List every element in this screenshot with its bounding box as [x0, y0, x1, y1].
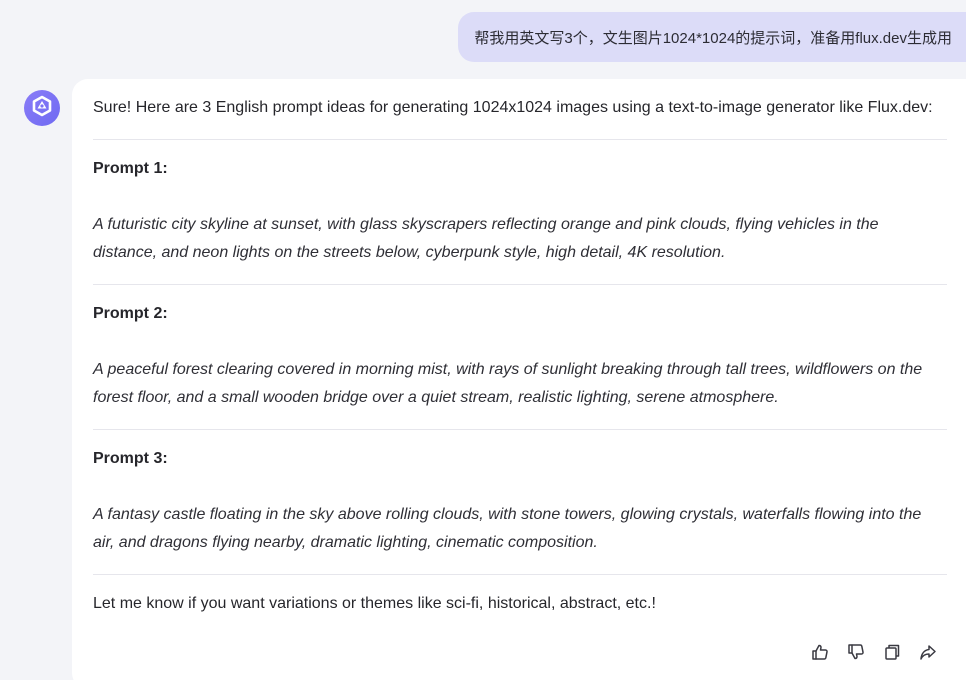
- prompt-2-title: Prompt 2:: [93, 305, 168, 322]
- divider: [93, 139, 947, 140]
- prompt-2-text: A peaceful forest clearing covered in mo…: [93, 361, 923, 406]
- assistant-message-card: Sure! Here are 3 English prompt ideas fo…: [72, 79, 966, 680]
- assistant-avatar: [24, 90, 60, 126]
- user-message-text: 帮我用英文写3个，文生图片1024*1024的提示词，准备用flux.dev生成…: [474, 29, 952, 47]
- thumbs-down-icon: [847, 643, 865, 661]
- divider: [93, 429, 947, 430]
- copy-icon: [883, 643, 901, 661]
- prompt-1-title: Prompt 1:: [93, 160, 168, 177]
- outro-text: Let me know if you want variations or th…: [93, 595, 656, 612]
- prompt-1-text: A futuristic city skyline at sunset, wit…: [93, 216, 879, 261]
- dislike-button[interactable]: [846, 642, 866, 662]
- user-message-bubble: 帮我用英文写3个，文生图片1024*1024的提示词，准备用flux.dev生成…: [458, 12, 966, 62]
- divider: [93, 284, 947, 285]
- message-actions: [810, 642, 938, 662]
- assistant-logo-icon: [31, 95, 53, 122]
- thumbs-up-icon: [811, 643, 829, 661]
- prompt-3-title: Prompt 3:: [93, 450, 168, 467]
- chat-page: 帮我用英文写3个，文生图片1024*1024的提示词，准备用flux.dev生成…: [0, 0, 966, 680]
- like-button[interactable]: [810, 642, 830, 662]
- intro-text: Sure! Here are 3 English prompt ideas fo…: [93, 99, 933, 116]
- share-icon: [919, 643, 937, 661]
- share-button[interactable]: [918, 642, 938, 662]
- divider: [93, 574, 947, 575]
- prompt-3-text: A fantasy castle floating in the sky abo…: [93, 506, 922, 551]
- copy-button[interactable]: [882, 642, 902, 662]
